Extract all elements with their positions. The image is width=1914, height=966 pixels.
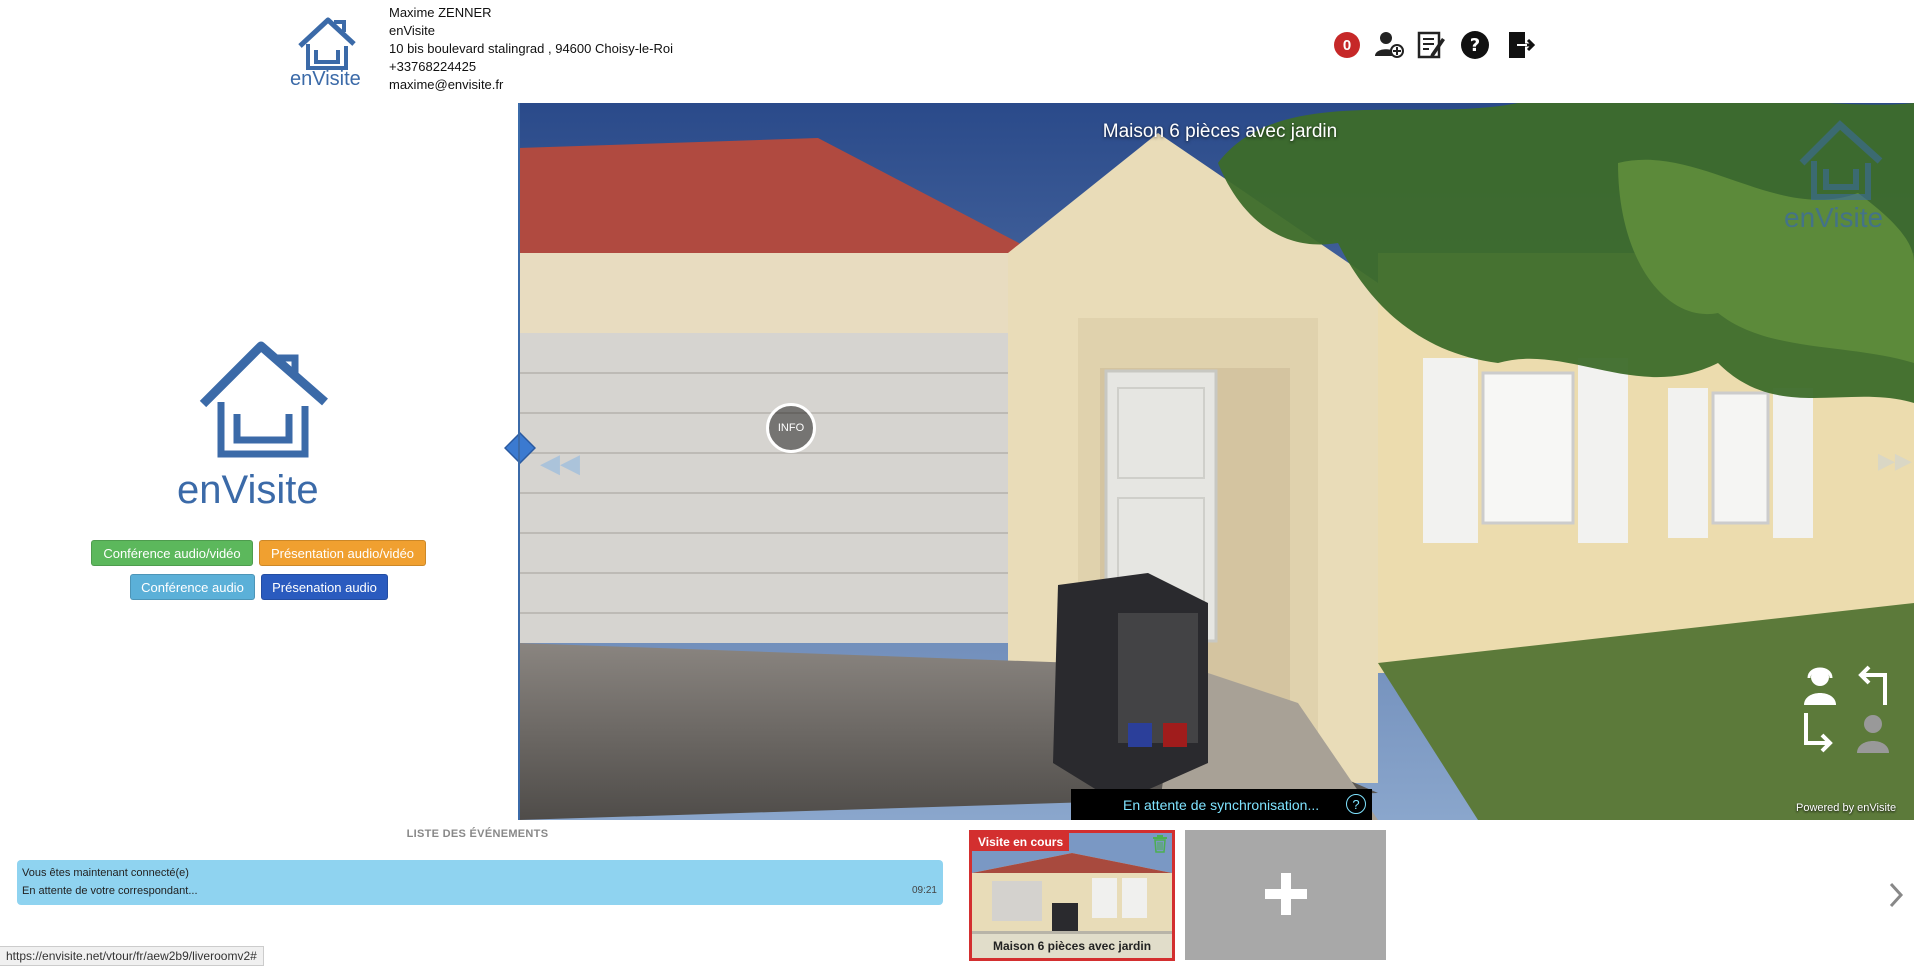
agent-company: enVisite [389,23,436,38]
envisite-logo: enVisite [175,336,345,512]
rewind-icon[interactable]: ◀◀ [540,448,580,479]
audio-conference-button[interactable]: Conférence audio [130,574,255,600]
agent-name: Maxime ZENNER [389,5,492,20]
audio-video-conference-button[interactable]: Conférence audio/vidéo [91,540,253,566]
panel-toggle-handle[interactable] [503,431,537,465]
info-hotspot-label: INFO [777,422,805,434]
panorama-scene [518,103,1914,820]
event-connected: Vous êtes maintenant connecté(e) [22,867,189,879]
audio-presentation-button[interactable]: Présenation audio [261,574,388,600]
next-arrow-icon[interactable] [1886,880,1906,910]
current-visit-thumbnail[interactable]: Visite en cours Maison 6 pièces avec jar… [969,830,1175,961]
header-brand-name: enVisite [290,68,361,90]
current-visit-badge: Visite en cours [972,833,1070,851]
forward-icon[interactable]: ▶▶ [1878,448,1912,474]
current-visit-name: Maison 6 pièces avec jardin [972,934,1172,958]
event-time: 09:21 [911,885,937,896]
sync-status-text: En attente de synchronisation... [1123,796,1320,813]
agent-headset-icon[interactable] [1798,663,1842,712]
add-visit-button[interactable] [1185,830,1386,960]
viewer-watermark-text: enVisite [1784,202,1884,233]
plus-icon [1265,873,1307,915]
agent-phone: +33768224425 [389,59,477,74]
add-user-icon[interactable] [1372,28,1406,62]
client-user-icon[interactable] [1853,711,1893,760]
events-list: Vous êtes maintenant connecté(e) En atte… [17,860,943,905]
header-logo[interactable]: enVisite [288,6,368,90]
sync-status-bar: En attente de synchronisation... ? [1071,789,1372,820]
agent-contact-card: Maxime ZENNER enVisite 10 bis boulevard … [389,4,673,94]
viewer-watermark: enVisite [1784,113,1904,234]
agent-email: maxime@envisite.fr [389,77,504,92]
status-bar-url: https://envisite.net/vtour/fr/aew2b9/liv… [0,946,264,966]
sync-help-icon[interactable]: ? [1346,794,1366,814]
events-list-title: LISTE DES ÉVÉNEMENTS [406,828,549,840]
logout-icon[interactable] [1503,28,1537,62]
panorama-title: Maison 6 pièces avec jardin [1102,121,1338,142]
notes-icon[interactable] [1414,28,1448,62]
agent-address: 10 bis boulevard stalingrad , 94600 Choi… [389,41,673,56]
delete-visit-icon[interactable] [1152,835,1168,853]
audio-video-presentation-button[interactable]: Présentation audio/vidéo [259,540,426,566]
panorama-viewer[interactable]: enVisite INFO ◀◀ ▶▶ [518,103,1914,820]
help-icon[interactable]: ? [1458,28,1492,62]
viewer-left-border [518,103,520,820]
turn-left-arrow-icon[interactable] [1853,663,1893,712]
notification-badge[interactable]: 0 [1334,32,1360,58]
powered-by-label: Powered by enVisite [1796,802,1897,814]
event-waiting: En attente de votre correspondant... [22,885,198,897]
info-hotspot[interactable]: INFO [766,403,816,453]
turn-right-arrow-icon[interactable] [1798,711,1838,760]
left-brand-name: enVisite [177,468,319,512]
svg-text:?: ? [1470,35,1480,56]
